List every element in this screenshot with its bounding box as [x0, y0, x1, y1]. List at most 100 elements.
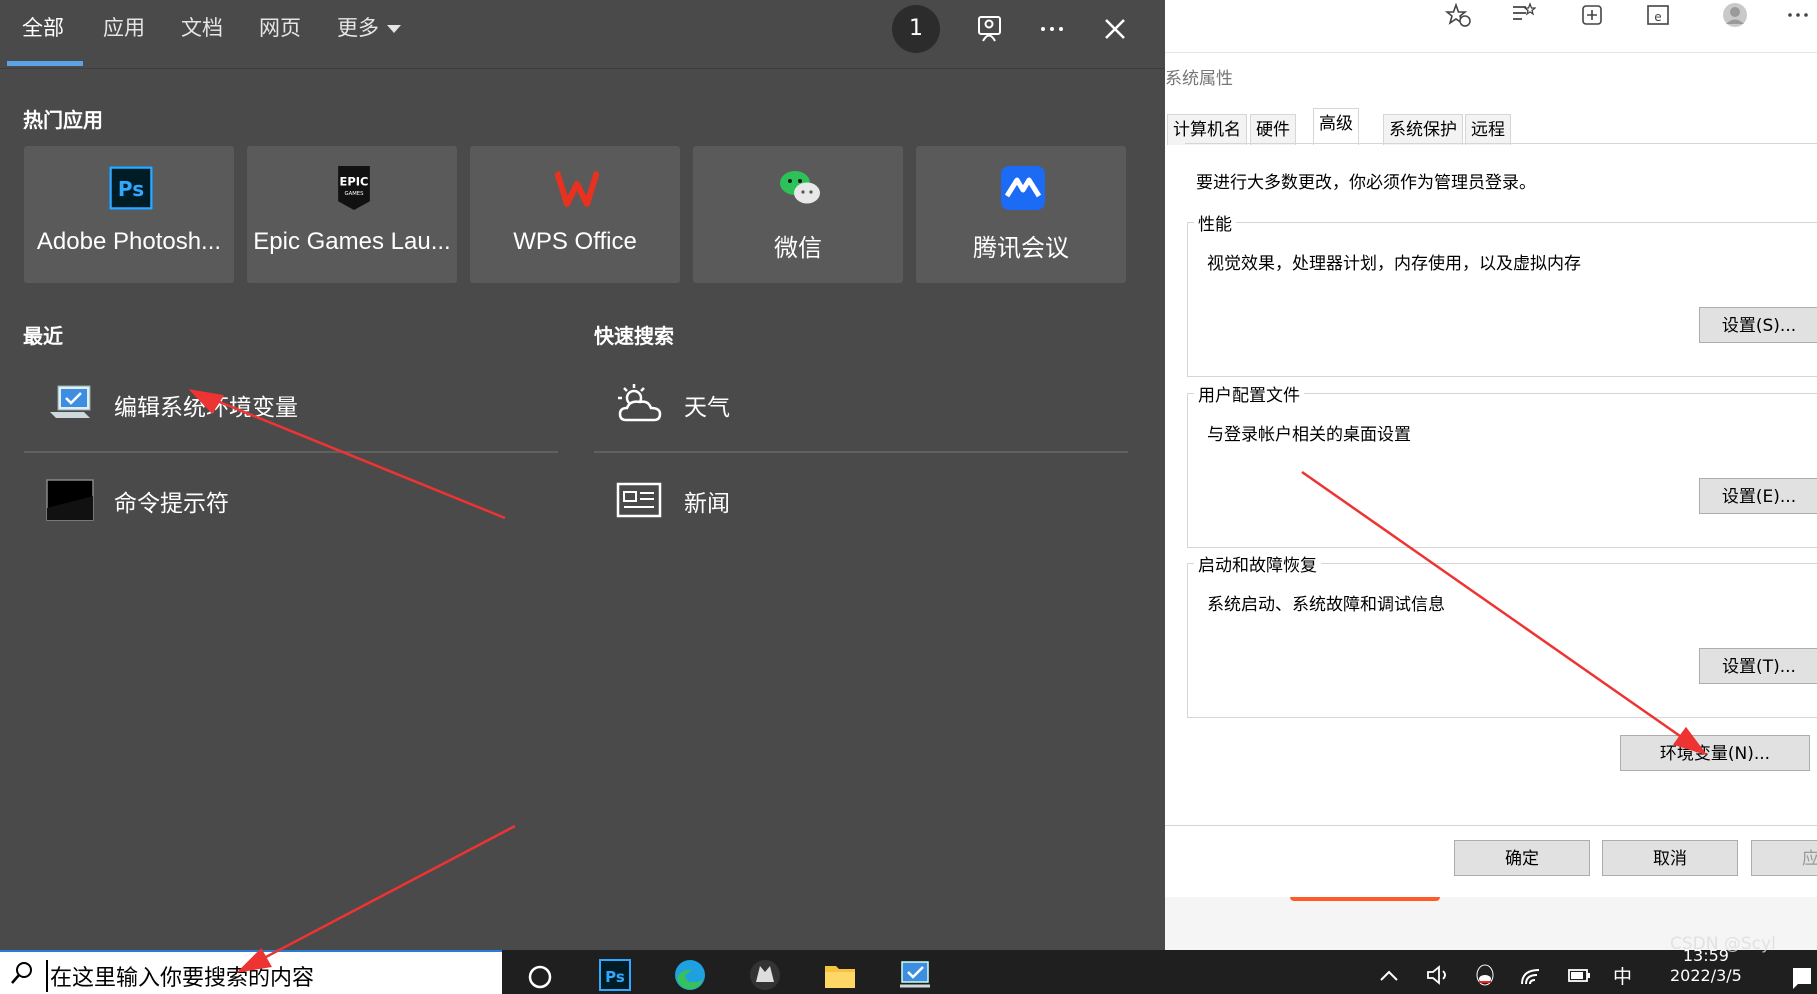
dialog-title: 系统属性 — [1165, 69, 1233, 89]
photoshop-taskbar-icon[interactable]: Ps — [598, 958, 632, 992]
notification-icon[interactable] — [1790, 958, 1814, 992]
collections-icon[interactable] — [1579, 2, 1605, 28]
tencent-meeting-icon — [1001, 166, 1045, 210]
svg-text:e: e — [1654, 10, 1661, 24]
app-name: 微信 — [774, 235, 822, 262]
quick-item-news[interactable]: 新闻 — [594, 460, 1128, 540]
tab-apps[interactable]: 应用 — [103, 12, 145, 42]
tab-system-protection[interactable]: 系统保护 — [1383, 114, 1463, 145]
environment-variables-button[interactable]: 环境变量(N)... — [1620, 735, 1810, 771]
weather-icon — [618, 384, 662, 422]
volume-icon[interactable] — [1425, 958, 1451, 992]
svg-text:GAMES: GAMES — [345, 191, 365, 197]
edge-icon[interactable] — [673, 958, 707, 992]
app-name: WPS Office — [513, 228, 637, 255]
profile-avatar-icon[interactable] — [1722, 2, 1748, 28]
taskbar: 在这里输入你要搜索的内容 Ps 中 13:59 2022/3/5 CSDN @S… — [0, 934, 1817, 994]
group-legend: 启动和故障恢复 — [1194, 551, 1321, 576]
user-profiles-group: 用户配置文件 与登录帐户相关的桌面设置 设置(E)... — [1187, 381, 1817, 548]
search-flyout: 全部 应用 文档 网页 更多 1 热门应用 Ps Adobe Photosh..… — [0, 0, 1165, 950]
wechat-icon — [780, 171, 820, 204]
news-icon — [616, 482, 662, 518]
apply-button[interactable]: 应用 — [1751, 840, 1817, 876]
divider — [594, 451, 1128, 453]
qq-icon[interactable] — [1472, 958, 1498, 992]
favorites-icon[interactable] — [1510, 2, 1536, 28]
cancel-button[interactable]: 取消 — [1602, 840, 1738, 876]
close-icon[interactable] — [1099, 13, 1131, 45]
wps-office-icon — [555, 171, 599, 207]
command-prompt-icon — [46, 479, 94, 521]
tab-remote[interactable]: 远程 — [1465, 114, 1511, 145]
app-tile-photoshop[interactable]: Ps Adobe Photosh... — [24, 146, 234, 283]
app-name: Adobe Photosh... — [36, 228, 222, 255]
more-options-icon[interactable] — [1036, 13, 1068, 45]
tab-advanced[interactable]: 高级 — [1313, 108, 1359, 145]
tab-more[interactable]: 更多 — [337, 12, 401, 42]
dialog-footer-divider — [1165, 825, 1817, 826]
search-tabs: 全部 应用 文档 网页 更多 1 — [0, 0, 1165, 69]
recent-item-edit-env-vars[interactable]: 编辑系统环境变量 — [24, 364, 558, 444]
quick-search-title: 快速搜索 — [594, 324, 674, 348]
user-profiles-settings-button[interactable]: 设置(E)... — [1699, 478, 1817, 514]
app-tile-epic-games[interactable]: EPIC GAMES Epic Games Lau... — [247, 146, 457, 283]
startup-recovery-settings-button[interactable]: 设置(T)... — [1699, 648, 1817, 684]
group-legend: 用户配置文件 — [1194, 381, 1304, 406]
app-tile-wps-office[interactable]: WPS Office — [470, 146, 680, 283]
svg-text:Ps: Ps — [605, 968, 625, 986]
csdn-watermark: CSDN @Scyl — [1670, 934, 1776, 954]
admin-note: 要进行大多数更改，你必须作为管理员登录。 — [1196, 173, 1536, 193]
browser-menu-icon[interactable] — [1785, 2, 1811, 28]
search-icon — [11, 962, 32, 984]
tab-documents[interactable]: 文档 — [181, 12, 223, 42]
file-explorer-icon[interactable] — [823, 958, 857, 992]
tab-more-label: 更多 — [337, 16, 379, 40]
performance-settings-button[interactable]: 设置(S)... — [1699, 307, 1817, 343]
system-properties-window: e 系统属性 计算机名 硬件 高级 系统保护 远程 要进行大多数更改，你必须作为… — [1165, 0, 1817, 950]
svg-text:EPIC: EPIC — [340, 174, 369, 188]
chevron-up-icon[interactable] — [1378, 958, 1400, 992]
group-description: 与登录帐户相关的桌面设置 — [1207, 425, 1411, 445]
battery-icon[interactable] — [1566, 958, 1592, 992]
performance-group: 性能 视觉效果，处理器计划，内存使用，以及虚拟内存 设置(S)... — [1187, 210, 1817, 377]
app-name: 腾讯会议 — [973, 235, 1069, 262]
tab-web[interactable]: 网页 — [259, 12, 301, 42]
quick-label: 天气 — [684, 395, 730, 421]
clock-date: 2022/3/5 — [1670, 966, 1742, 985]
wolf-app-icon[interactable] — [748, 958, 782, 992]
app-tile-tencent-meeting[interactable]: 腾讯会议 — [916, 146, 1126, 283]
wifi-icon[interactable] — [1519, 958, 1545, 992]
cortana-icon[interactable] — [523, 958, 557, 992]
rewards-badge[interactable]: 1 — [892, 5, 940, 53]
svg-text:Ps: Ps — [118, 177, 144, 201]
browser-toolbar-behind: e — [1165, 0, 1817, 53]
recent-item-command-prompt[interactable]: 命令提示符 — [24, 460, 558, 540]
ok-button[interactable]: 确定 — [1454, 840, 1590, 876]
computer-settings-icon — [50, 385, 91, 418]
recent-title: 最近 — [23, 324, 63, 348]
tab-hardware[interactable]: 硬件 — [1250, 114, 1296, 145]
chevron-down-icon — [387, 25, 401, 33]
tab-all[interactable]: 全部 — [22, 12, 64, 42]
tab-computer-name[interactable]: 计算机名 — [1167, 114, 1247, 145]
ime-indicator[interactable]: 中 — [1613, 962, 1632, 989]
app-tile-wechat[interactable]: 微信 — [693, 146, 903, 283]
epic-games-icon: EPIC GAMES — [338, 166, 370, 210]
quick-item-weather[interactable]: 天气 — [594, 364, 1128, 444]
group-legend: 性能 — [1194, 210, 1236, 235]
hot-apps-title: 热门应用 — [23, 108, 103, 132]
search-input[interactable]: 在这里输入你要搜索的内容 — [46, 960, 314, 992]
add-favorite-icon[interactable] — [1445, 2, 1471, 28]
photoshop-icon: Ps — [109, 166, 153, 210]
active-tab-indicator — [7, 61, 83, 66]
ie-mode-icon[interactable]: e — [1645, 2, 1671, 28]
system-settings-taskbar-icon[interactable] — [898, 958, 932, 992]
divider — [24, 451, 558, 453]
group-description: 视觉效果，处理器计划，内存使用，以及虚拟内存 — [1207, 254, 1581, 274]
background-orange-button — [1290, 897, 1440, 901]
feedback-icon[interactable] — [974, 13, 1006, 45]
taskbar-search-box[interactable]: 在这里输入你要搜索的内容 — [0, 950, 502, 994]
app-name: Epic Games Lau... — [253, 228, 451, 255]
startup-recovery-group: 启动和故障恢复 系统启动、系统故障和调试信息 设置(T)... — [1187, 551, 1817, 718]
quick-label: 新闻 — [684, 491, 730, 517]
